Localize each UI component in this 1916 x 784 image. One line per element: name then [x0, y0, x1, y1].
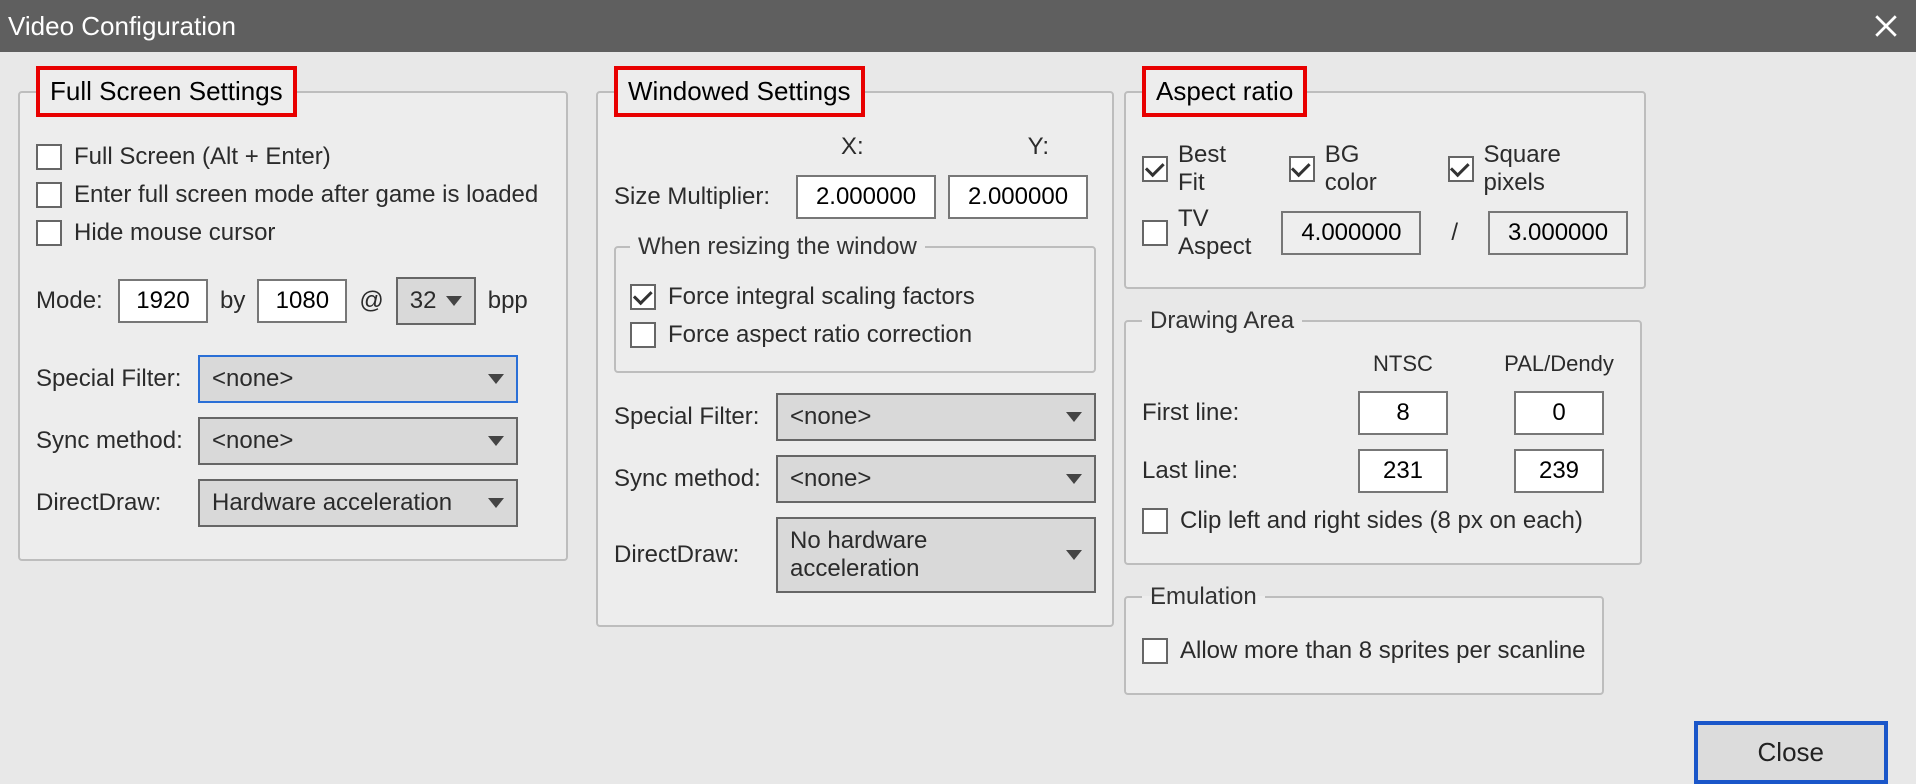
close-icon[interactable] — [1864, 4, 1908, 48]
enter-after-load-checkbox[interactable] — [36, 182, 62, 208]
resizing-group: When resizing the window Force integral … — [614, 233, 1096, 373]
aspect-legend: Aspect ratio — [1142, 66, 1307, 117]
fullscreen-checkbox-label: Full Screen (Alt + Enter) — [74, 143, 331, 171]
best-fit-label: Best Fit — [1178, 141, 1259, 197]
last-line-ntsc-input[interactable] — [1358, 449, 1448, 493]
size-x-input[interactable] — [796, 175, 936, 219]
tv-aspect-checkbox[interactable] — [1142, 220, 1168, 246]
fullscreen-legend: Full Screen Settings — [36, 66, 297, 117]
last-line-label: Last line: — [1142, 457, 1238, 485]
fullscreen-checkbox[interactable] — [36, 144, 62, 170]
emulation-group: Emulation Allow more than 8 sprites per … — [1124, 583, 1604, 695]
mode-label: Mode: — [36, 287, 106, 315]
titlebar: Video Configuration — [0, 0, 1916, 52]
fs-sync-method-label: Sync method: — [36, 427, 186, 455]
tv-aspect-slash: / — [1451, 219, 1458, 247]
force-aspect-label: Force aspect ratio correction — [668, 321, 972, 349]
size-multiplier-label: Size Multiplier: — [614, 183, 784, 211]
content-area: Full Screen Settings Full Screen (Alt + … — [0, 52, 1916, 713]
tv-aspect-a-input[interactable] — [1281, 211, 1421, 255]
fs-special-filter-select[interactable]: <none> — [198, 355, 518, 403]
size-y-input[interactable] — [948, 175, 1088, 219]
fs-special-filter-label: Special Filter: — [36, 365, 186, 393]
bpp-select[interactable]: 32 — [396, 277, 476, 325]
windowed-column: Windowed Settings X: Y: Size Multiplier:… — [596, 66, 1096, 713]
bg-color-label: BG color — [1325, 141, 1418, 197]
ntsc-header: NTSC — [1373, 351, 1433, 377]
best-fit-checkbox[interactable] — [1142, 156, 1168, 182]
force-integral-label: Force integral scaling factors — [668, 283, 975, 311]
drawing-legend: Drawing Area — [1142, 307, 1302, 335]
emulation-legend: Emulation — [1142, 583, 1265, 611]
first-line-label: First line: — [1142, 399, 1239, 427]
clip-sides-label: Clip left and right sides (8 px on each) — [1180, 507, 1583, 535]
hide-mouse-checkbox[interactable] — [36, 220, 62, 246]
square-pixels-checkbox[interactable] — [1448, 156, 1474, 182]
square-pixels-label: Square pixels — [1484, 141, 1629, 197]
tv-aspect-label: TV Aspect — [1178, 205, 1251, 261]
fs-directdraw-label: DirectDraw: — [36, 489, 186, 517]
aspect-ratio-group: Aspect ratio Best Fit BG color Square pi… — [1124, 66, 1646, 289]
fullscreen-group: Full Screen Settings Full Screen (Alt + … — [18, 66, 568, 561]
win-sync-method-select[interactable]: <none> — [776, 455, 1096, 503]
win-sync-method-label: Sync method: — [614, 465, 764, 493]
win-special-filter-select[interactable]: <none> — [776, 393, 1096, 441]
win-directdraw-select[interactable]: No hardware acceleration — [776, 517, 1096, 593]
resizing-legend: When resizing the window — [630, 233, 925, 261]
first-line-pal-input[interactable] — [1514, 391, 1604, 435]
window-title: Video Configuration — [8, 11, 236, 42]
y-header: Y: — [1028, 133, 1049, 161]
mode-height-input[interactable] — [257, 279, 347, 323]
bg-color-checkbox[interactable] — [1289, 156, 1315, 182]
windowed-legend: Windowed Settings — [614, 66, 865, 117]
win-directdraw-label: DirectDraw: — [614, 541, 764, 569]
win-special-filter-label: Special Filter: — [614, 403, 764, 431]
close-button[interactable]: Close — [1694, 721, 1888, 784]
force-integral-checkbox[interactable] — [630, 284, 656, 310]
drawing-area-group: Drawing Area NTSC PAL/Dendy First line: … — [1124, 307, 1642, 565]
right-column: Aspect ratio Best Fit BG color Square pi… — [1124, 66, 1604, 713]
first-line-ntsc-input[interactable] — [1358, 391, 1448, 435]
sprites-label: Allow more than 8 sprites per scanline — [1180, 637, 1586, 665]
x-header: X: — [841, 133, 864, 161]
tv-aspect-b-input[interactable] — [1488, 211, 1628, 255]
fs-sync-method-select[interactable]: <none> — [198, 417, 518, 465]
mode-at-label: @ — [359, 287, 383, 315]
mode-by-label: by — [220, 287, 245, 315]
last-line-pal-input[interactable] — [1514, 449, 1604, 493]
windowed-group: Windowed Settings X: Y: Size Multiplier:… — [596, 66, 1114, 627]
fullscreen-column: Full Screen Settings Full Screen (Alt + … — [18, 66, 568, 713]
force-aspect-checkbox[interactable] — [630, 322, 656, 348]
hide-mouse-label: Hide mouse cursor — [74, 219, 275, 247]
pal-header: PAL/Dendy — [1504, 351, 1614, 377]
fs-directdraw-select[interactable]: Hardware acceleration — [198, 479, 518, 527]
sprites-checkbox[interactable] — [1142, 638, 1168, 664]
mode-width-input[interactable] — [118, 279, 208, 323]
footer: Close — [0, 713, 1916, 784]
enter-after-load-label: Enter full screen mode after game is loa… — [74, 181, 538, 209]
bpp-suffix: bpp — [488, 287, 528, 315]
clip-sides-checkbox[interactable] — [1142, 508, 1168, 534]
